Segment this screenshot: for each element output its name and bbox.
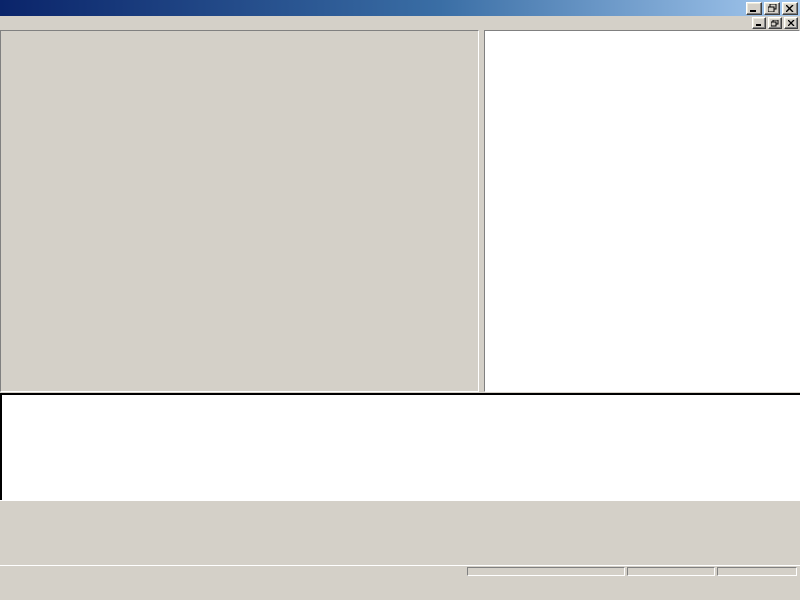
close-button[interactable] (782, 2, 798, 15)
quant-method-table (0, 393, 800, 500)
status-panel (627, 567, 715, 576)
child-minimize-button[interactable] (752, 17, 766, 29)
status-panel (717, 567, 797, 576)
title-bar[interactable] (0, 0, 800, 16)
spectrum-plot-pane[interactable] (0, 30, 479, 392)
validation-plot-pane[interactable] (484, 30, 800, 392)
child-restore-button[interactable] (768, 17, 782, 29)
status-panel (467, 567, 625, 576)
plot-area (0, 30, 800, 392)
child-close-button[interactable] (784, 17, 798, 29)
scan-control-bar (0, 500, 800, 565)
restore-button[interactable] (764, 2, 780, 15)
status-bar (0, 565, 800, 577)
menu-bar (0, 16, 800, 30)
minimize-button[interactable] (746, 2, 762, 15)
